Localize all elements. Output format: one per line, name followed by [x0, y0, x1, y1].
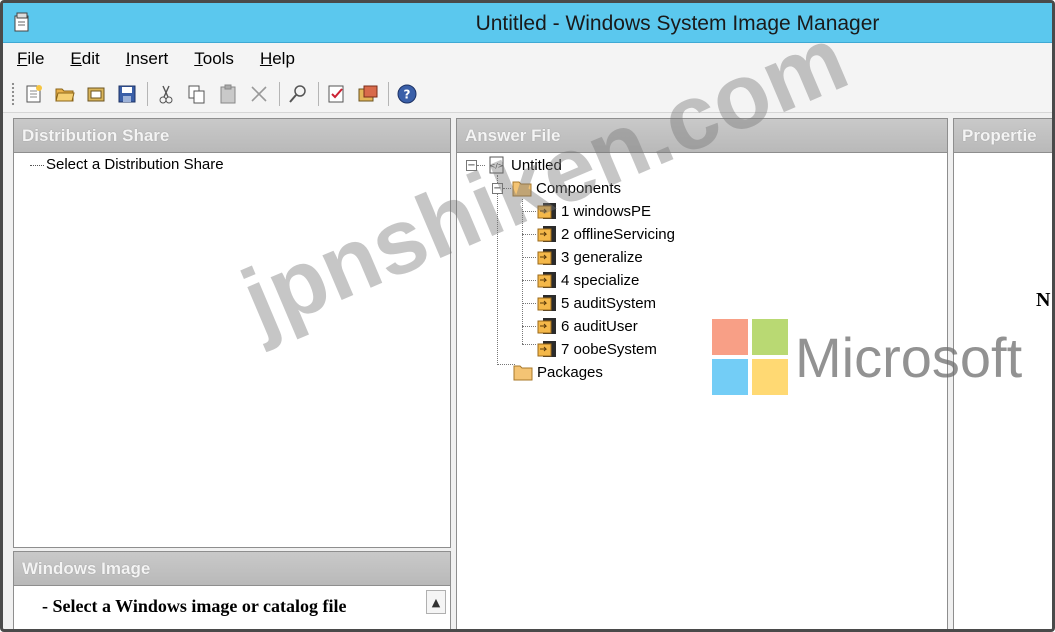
app-icon: [14, 12, 29, 32]
menu-edit[interactable]: Edit: [70, 49, 99, 69]
chevron-up-icon: ▲: [431, 595, 441, 609]
configuration-pass-icon: [537, 249, 556, 265]
configuration-pass-icon: [537, 318, 556, 334]
open-answer-file-icon[interactable]: [52, 81, 78, 107]
menu-tools[interactable]: Tools: [194, 49, 234, 69]
validate-icon[interactable]: [324, 81, 350, 107]
logo-square: [712, 319, 748, 355]
configuration-pass-icon: [537, 341, 556, 357]
logo-square: [712, 359, 748, 395]
scroll-up-button[interactable]: ▲: [426, 590, 446, 614]
logo-square: [752, 359, 788, 395]
tree-node-pass-auditsystem[interactable]: 5 auditSystem: [537, 292, 656, 314]
watermark-brand: Microsoft: [795, 326, 1023, 389]
toolbar: ?: [3, 75, 1052, 113]
window-title: Untitled - Windows System Image Manager: [475, 12, 880, 35]
logo-square: [752, 319, 788, 355]
toolbar-separator: [147, 81, 148, 106]
tree-connector: [522, 303, 536, 304]
tree-node-pass-generalize[interactable]: 3 generalize: [537, 246, 643, 268]
properties-partial-text: N: [1036, 289, 1051, 311]
tree-connector: [522, 344, 536, 345]
microsoft-logo: [712, 319, 788, 395]
distribution-share-pane: Distribution Share Select a Distribution…: [13, 118, 451, 548]
distribution-share-header: Distribution Share: [14, 119, 450, 153]
configuration-pass-icon: [537, 295, 556, 311]
help-icon[interactable]: ?: [394, 81, 420, 107]
toolbar-separator: [279, 81, 280, 106]
tree-node-pass-oobesystem[interactable]: 7 oobeSystem: [537, 338, 657, 360]
windows-image-header: Windows Image: [14, 552, 450, 586]
menu-insert[interactable]: Insert: [126, 49, 169, 69]
menu-bar: File Edit Insert Tools Help: [3, 43, 1052, 75]
tree-connector: [30, 164, 44, 166]
paste-icon[interactable]: [215, 81, 241, 107]
tree-node-pass-audituser[interactable]: 6 auditUser: [537, 315, 638, 337]
create-configuration-set-icon[interactable]: [355, 81, 381, 107]
toolbar-grip[interactable]: [11, 81, 15, 106]
toolbar-separator: [388, 81, 389, 106]
tree-connector: [522, 257, 536, 258]
select-distribution-share-icon[interactable]: [83, 81, 109, 107]
toolbar-separator: [318, 81, 319, 106]
app-window: Untitled - Windows System Image Manager …: [0, 0, 1055, 632]
svg-text:?: ?: [404, 87, 411, 101]
cut-icon[interactable]: [153, 81, 179, 107]
find-icon[interactable]: [285, 81, 311, 107]
tree-node-packages[interactable]: Packages: [513, 361, 603, 383]
new-answer-file-icon[interactable]: [21, 81, 47, 107]
menu-file[interactable]: File: [17, 49, 44, 69]
folder-icon: [513, 365, 533, 381]
copy-icon[interactable]: [184, 81, 210, 107]
select-windows-image-item[interactable]: - Select a Windows image or catalog file: [42, 596, 346, 617]
configuration-pass-icon: [537, 272, 556, 288]
menu-help[interactable]: Help: [260, 49, 295, 69]
tree-connector: [522, 280, 536, 281]
tree-connector: [522, 326, 536, 327]
title-bar[interactable]: Untitled - Windows System Image Manager: [3, 3, 1052, 43]
delete-icon[interactable]: [246, 81, 272, 107]
properties-header: Propertie: [954, 119, 1052, 153]
save-icon[interactable]: [114, 81, 140, 107]
tree-node-pass-specialize[interactable]: 4 specialize: [537, 269, 639, 291]
windows-image-pane: Windows Image - Select a Windows image o…: [13, 551, 451, 629]
select-distribution-share-item[interactable]: Select a Distribution Share: [30, 156, 224, 173]
